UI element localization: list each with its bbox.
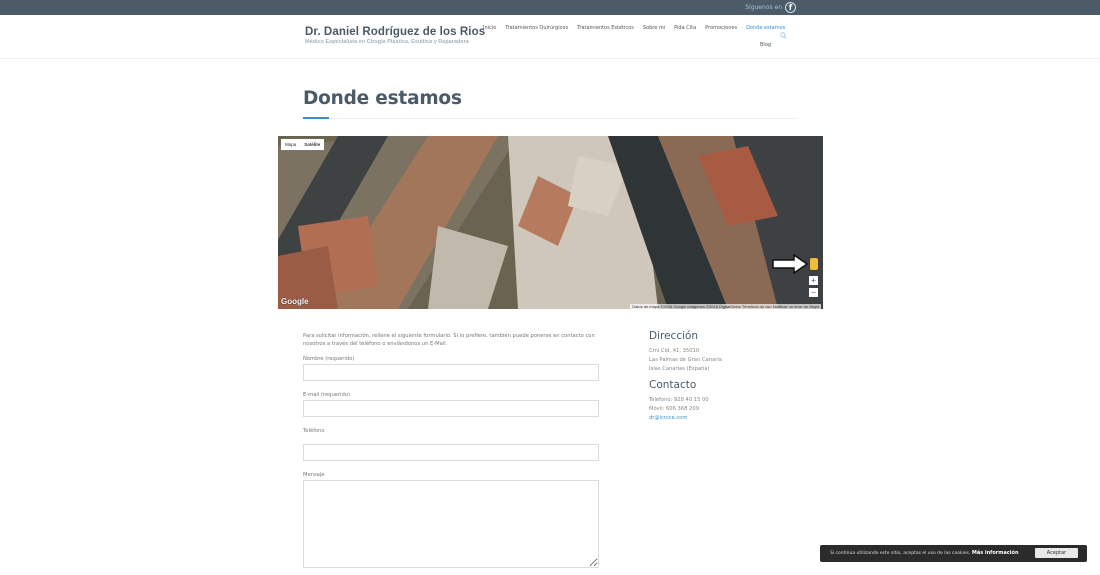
- cookie-accept-button[interactable]: Aceptar: [1035, 548, 1078, 558]
- site-logo[interactable]: Dr. Daniel Rodríguez de los Rios Médico …: [305, 26, 485, 45]
- title-divider: [303, 118, 797, 119]
- cookie-banner: Si continúa utilizando este sitio, acept…: [820, 545, 1087, 562]
- nav-item-sobre-mi[interactable]: Sobre mi: [643, 25, 665, 31]
- zoom-out-button[interactable]: −: [809, 288, 818, 297]
- nav-item-inicio[interactable]: Inicio: [483, 25, 496, 31]
- page-title: Donde estamos: [303, 88, 462, 109]
- form-intro: Para solicitar información, rellene el s…: [303, 333, 595, 347]
- contact-phone: Teléfono: 928 40 15 00: [649, 397, 709, 403]
- email-label: E-mail (requerido): [303, 392, 350, 398]
- pegman-icon[interactable]: [810, 258, 818, 270]
- site-header: Dr. Daniel Rodríguez de los Rios Médico …: [0, 15, 1100, 59]
- phone-label: Teléfono: [303, 428, 325, 434]
- main-nav: Inicio Tratamientos Quirúrgicos Tratamie…: [483, 25, 788, 48]
- contact-title: Contacto: [649, 379, 697, 391]
- facebook-icon[interactable]: f: [785, 2, 796, 13]
- nav-item-donde-estamos[interactable]: Donde estamos: [746, 25, 785, 31]
- contact-mobile: Móvil: 606 368 209: [649, 406, 700, 412]
- cookie-text: Si continúa utilizando este sitio, acept…: [830, 551, 971, 556]
- satellite-imagery: [278, 136, 823, 309]
- message-field[interactable]: [303, 480, 599, 568]
- search-icon[interactable]: [780, 32, 787, 39]
- map-attribution[interactable]: Datos de mapa ©2016 Google Imágenes ©201…: [630, 304, 821, 309]
- map-type-toggle[interactable]: Mapa Satélite: [281, 139, 325, 150]
- top-bar: Síguenos en f: [0, 0, 1100, 15]
- cookie-notice: Si continúa utilizando este sitio, acept…: [830, 550, 1019, 556]
- nav-item-promociones[interactable]: Promociones: [705, 25, 737, 31]
- message-label: Mensaje: [303, 472, 325, 478]
- zoom-in-button[interactable]: +: [809, 276, 818, 285]
- phone-field[interactable]: [303, 444, 599, 461]
- follow-us[interactable]: Síguenos en f: [745, 1, 796, 14]
- site-tagline: Médico Especialista en Cirugía Plástica,…: [305, 39, 469, 45]
- arrow-right-icon: [772, 254, 808, 274]
- google-logo[interactable]: Google: [281, 297, 309, 306]
- nav-item-tratamientos-quirurgicos[interactable]: Tratamientos Quirúrgicos: [505, 25, 568, 31]
- contact-email-link[interactable]: dr@icnice.com: [649, 415, 687, 421]
- email-field[interactable]: [303, 400, 599, 417]
- nav-item-blog[interactable]: Blog: [760, 42, 771, 48]
- address-line: Crnl Cid, 41, 35010: [649, 348, 700, 354]
- map-type-map-button[interactable]: Mapa: [281, 139, 300, 150]
- title-accent: [303, 117, 329, 119]
- map-embed[interactable]: Mapa Satélite + − Google Datos de mapa ©…: [278, 136, 823, 309]
- nav-item-tratamientos-esteticos[interactable]: Tratamientos Estéticos: [577, 25, 634, 31]
- name-label: Nombre (requerido): [303, 356, 355, 362]
- nav-item-pida-cita[interactable]: Pida Cita: [674, 25, 696, 31]
- map-type-satellite-button[interactable]: Satélite: [300, 139, 324, 150]
- address-title: Dirección: [649, 330, 699, 342]
- name-field[interactable]: [303, 364, 599, 381]
- address-line: Islas Canarias (España): [649, 366, 710, 372]
- address-line: Las Palmas de Gran Canaria: [649, 357, 722, 363]
- cookie-more-link[interactable]: Más información: [972, 550, 1019, 556]
- site-name: Dr. Daniel Rodríguez de los Rios: [305, 26, 486, 38]
- follow-us-label: Síguenos en: [745, 4, 782, 11]
